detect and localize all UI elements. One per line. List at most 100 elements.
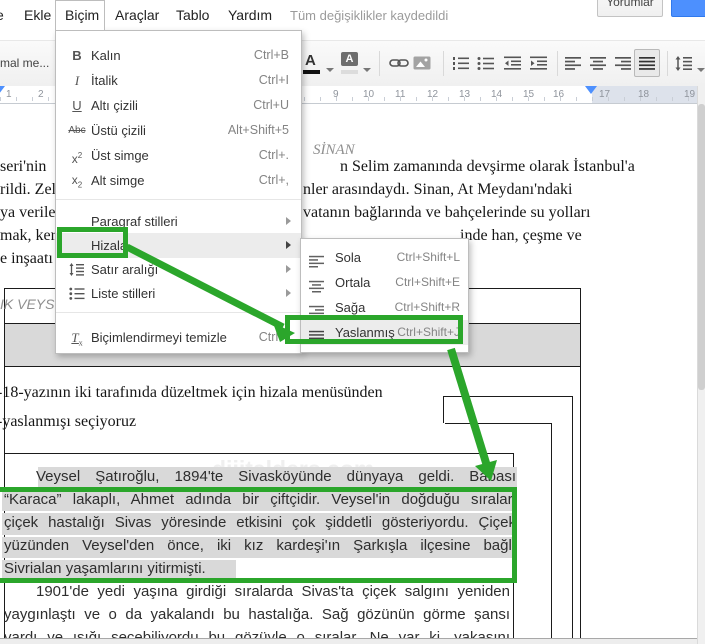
scrollbar-thumb[interactable] [698, 104, 705, 390]
ruler-number: 2 [38, 89, 44, 100]
align-left-icon[interactable] [565, 56, 582, 75]
document-line[interactable]: e inşaatı [0, 250, 53, 268]
highlight-arrow-icon[interactable] [363, 68, 371, 72]
document-line[interactable]: rildi. Zel [0, 181, 56, 199]
document-line[interactable]: inde han, çeşme ve [460, 227, 582, 245]
nested-table-border [551, 423, 552, 638]
nested-table-border [4, 453, 513, 454]
document-line[interactable]: seri'nin [0, 158, 46, 176]
bulleted-list-icon[interactable] [477, 56, 495, 75]
submenu-caret-icon [286, 217, 291, 225]
google-docs-window: dijitalders.com SİNAN seri'nin n Selim z… [0, 0, 705, 644]
document-line[interactable]: vatanın bağlarında ve bahçelerinde su yo… [303, 204, 590, 222]
align-center-icon[interactable] [590, 56, 607, 75]
submenu-item-sola[interactable]: Sola Ctrl+Shift+L [301, 245, 468, 270]
italic-icon: I [74, 73, 80, 88]
nested-table-border [443, 396, 572, 397]
menu-item-cut[interactable]: e [0, 7, 4, 23]
table-border [580, 288, 581, 638]
page-bottom-edge [0, 638, 697, 644]
decrease-indent-icon[interactable] [504, 56, 522, 75]
nested-table-border [443, 396, 444, 423]
menu-item-bicimlendirmeyi-temizle[interactable]: Tx Biçimlendirmeyi temizle Ctrl+\ [56, 325, 301, 350]
subscript-icon: x2 [71, 173, 83, 190]
toolbar-separator [667, 51, 668, 76]
align-justify-icon[interactable] [639, 56, 656, 75]
ruler-number: 13 [459, 89, 471, 100]
menu-separator [56, 312, 301, 313]
menu-item-alti-cizili[interactable]: U Altı çizili Ctrl+U [56, 93, 301, 118]
menu-item-satir-araligi[interactable]: Satır aralığı [56, 257, 301, 282]
line-spacing-icon [66, 257, 88, 282]
text-color-icon[interactable]: A [305, 52, 316, 69]
menu-item-alt-simge[interactable]: x2 Alt simge Ctrl+, [56, 168, 301, 193]
ruler-number: 11 [395, 89, 406, 100]
increase-indent-icon[interactable] [530, 56, 548, 75]
document-line[interactable]: n Selim zamanında devşirme olarak İstanb… [340, 158, 635, 176]
numbered-list-icon[interactable] [452, 56, 470, 75]
annotation-box-hizala [57, 227, 128, 258]
menu-item-liste-stilleri[interactable]: Liste stilleri [56, 281, 301, 306]
text-color-bar [303, 70, 320, 74]
document-line[interactable]: Veysel Şatıroğlu, 1894'te Sivasköyünde d… [4, 468, 516, 489]
menu-item-ustu-cizili[interactable]: Abc Üstü çizili Alt+Shift+5 [56, 118, 301, 143]
menu-item-ekle[interactable]: Ekle [24, 7, 51, 23]
document-line[interactable]: yaygınlaştı ve o da yakalandı bu hastalı… [4, 606, 510, 627]
menu-item-araclar[interactable]: Araçlar [115, 7, 159, 23]
instruction-line[interactable]: -yaslanmışı seçiyoruz [0, 413, 136, 431]
ruler-number: 9 [333, 89, 339, 100]
align-right-icon[interactable] [615, 56, 632, 75]
ruler-number: 10 [363, 89, 375, 100]
menu-item-italik[interactable]: I İtalik Ctrl+I [56, 68, 301, 93]
save-status: Tüm değişiklikler kaydedildi [290, 8, 449, 23]
bold-icon: B [72, 48, 82, 63]
ruler-number: 17 [599, 89, 611, 100]
menu-item-ust-simge[interactable]: x2 Üst simge Ctrl+. [56, 143, 301, 168]
share-button[interactable] [671, 0, 705, 17]
line-spacing-arrow-icon[interactable] [697, 68, 705, 72]
nested-table-border [572, 396, 573, 638]
annotation-box-yaslanmis [285, 315, 463, 344]
toolbar-separator [443, 51, 444, 76]
submenu-item-ortala[interactable]: Ortala Ctrl+Shift+E [301, 270, 468, 295]
menu-item-bicim-open[interactable]: Biçim [55, 0, 105, 30]
sinan-title[interactable]: SİNAN [313, 142, 355, 159]
underline-icon: U [72, 98, 82, 113]
ruler-number: 19 [684, 89, 696, 100]
toolbar-separator [557, 51, 558, 76]
submenu-caret-icon [286, 289, 291, 297]
right-indent-marker[interactable] [585, 86, 597, 94]
menu-item-kalin[interactable]: B Kalın Ctrl+B [56, 43, 301, 68]
line-spacing-icon[interactable] [675, 56, 693, 76]
toolbar-separator [379, 51, 380, 76]
format-menu: B Kalın Ctrl+B I İtalik Ctrl+I U Altı çi… [55, 30, 302, 354]
ruler-number: 14 [491, 89, 503, 100]
superscript-icon: x2 [71, 151, 83, 166]
clear-formatting-icon: Tx [71, 330, 83, 348]
text-color-arrow-icon[interactable] [326, 68, 334, 72]
insert-link-icon[interactable] [389, 56, 409, 75]
document-line[interactable]: nler arasındaydı. Sinan, At Meydanı'ndak… [303, 181, 573, 199]
instruction-line[interactable]: -18-yazının iki tarafınıda düzeltmek içi… [0, 384, 383, 402]
ruler-number: 15 [523, 89, 535, 100]
paragraph-styles-dropdown[interactable]: mal me... [0, 56, 49, 70]
ruler-number: 12 [427, 89, 439, 100]
menu-separator [56, 199, 301, 200]
comments-button[interactable]: Yorumlar [597, 0, 663, 17]
ruler-number: 16 [553, 89, 565, 100]
submenu-caret-icon [286, 265, 291, 273]
document-line[interactable]: mak, ker [0, 227, 56, 245]
menu-item-tablo[interactable]: Tablo [176, 7, 209, 23]
ruler-number: 18 [638, 89, 650, 100]
nested-table-border [445, 423, 551, 424]
insert-image-icon[interactable] [413, 56, 431, 75]
document-line[interactable]: ya verile [0, 204, 56, 222]
highlight-color-icon[interactable]: A [341, 52, 358, 66]
annotation-box-paragraph [0, 487, 517, 583]
highlight-color-bar [341, 70, 358, 74]
left-indent-marker[interactable] [0, 86, 5, 94]
strikethrough-icon: Abc [68, 125, 86, 136]
submenu-caret-icon [286, 241, 291, 249]
document-line[interactable]: 1901'de yedi yaşına girdiği sıralarda Si… [4, 583, 510, 604]
menu-item-yardim[interactable]: Yardım [228, 7, 272, 23]
